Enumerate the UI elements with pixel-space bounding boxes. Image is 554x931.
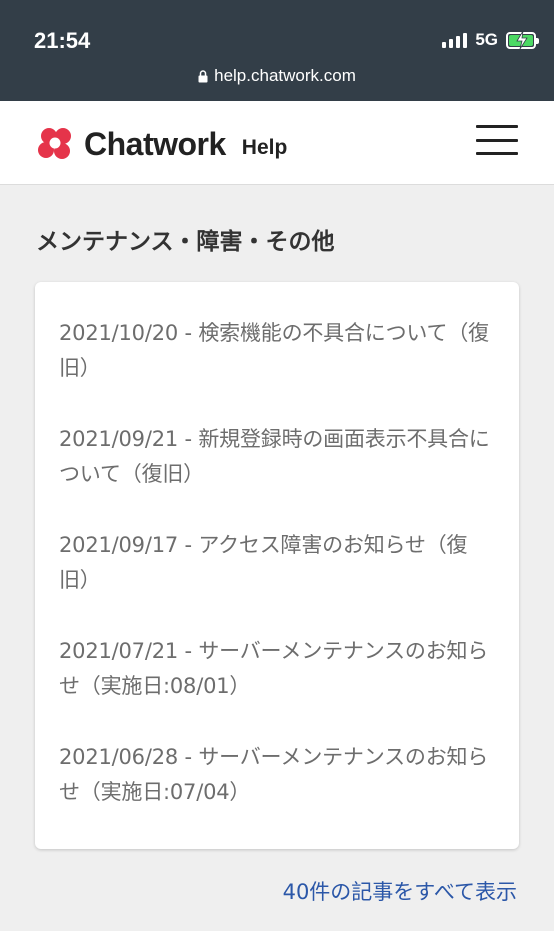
article-link[interactable]: 2021/06/28 - サーバーメンテナンスのお知らせ（実施日:07/04）: [59, 740, 495, 810]
article-link[interactable]: 2021/07/21 - サーバーメンテナンスのお知らせ（実施日:08/01）: [59, 634, 495, 704]
logo-help-label: Help: [241, 136, 288, 159]
article-link[interactable]: 2021/09/21 - 新規登録時の画面表示不具合について（復旧）: [59, 422, 495, 492]
logo-text: Chatwork: [84, 125, 226, 162]
signal-icon: [442, 32, 468, 48]
site-header: Chatwork Help: [0, 101, 554, 185]
lock-icon: [198, 69, 208, 82]
section-title: メンテナンス・障害・その他: [36, 229, 335, 255]
chatwork-help-logo[interactable]: Chatwork Help: [34, 122, 287, 166]
article-link[interactable]: 2021/10/20 - 検索機能の不具合について（復旧）: [59, 316, 495, 386]
battery-icon: [506, 30, 539, 49]
view-all-articles-link[interactable]: 40件の記事をすべて表示: [283, 876, 517, 906]
article-link[interactable]: 2021/09/17 - アクセス障害のお知らせ（復旧）: [59, 528, 495, 598]
network-type: 5G: [475, 30, 498, 49]
status-time: 21:54: [34, 28, 91, 53]
menu-icon[interactable]: [476, 125, 518, 155]
article-list: 2021/10/20 - 検索機能の不具合について（復旧） 2021/09/21…: [35, 282, 519, 849]
url-text: help.chatwork.com: [214, 66, 356, 85]
chatwork-logo-icon: [38, 128, 71, 159]
status-indicators: 5G: [442, 30, 539, 50]
url-bar[interactable]: help.chatwork.com: [0, 66, 554, 86]
status-bar: 21:54 5G help.chatwork.com: [0, 0, 554, 101]
